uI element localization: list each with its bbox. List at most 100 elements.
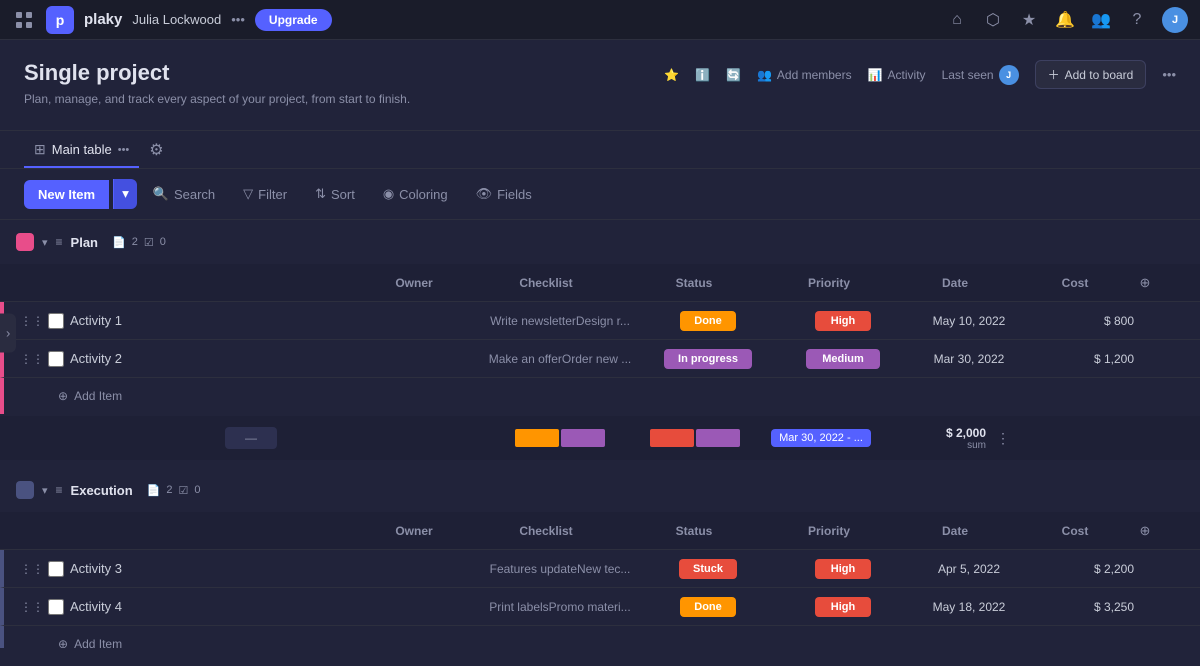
status-seg-inprogress	[561, 429, 605, 447]
cube-icon[interactable]: ⬡	[982, 10, 1004, 30]
col-date-label: Date	[890, 276, 1020, 290]
row-cost: $ 1,200	[1034, 352, 1144, 366]
add-item-icon: ⊕	[58, 637, 68, 648]
group-plan-chevron[interactable]: ▾	[42, 236, 48, 249]
cost-total: $ 2,000	[886, 426, 986, 440]
upgrade-button[interactable]: Upgrade	[255, 9, 332, 31]
add-item-row-execution[interactable]: ⊕ Add Item	[0, 626, 1200, 648]
group-plan-checkbox[interactable]	[16, 233, 34, 251]
project-actions: ⭐ ℹ️ 🔄 👥 Add members 📊 Activity Last see…	[664, 60, 1176, 89]
summary-status-bar	[486, 429, 634, 447]
table-row: ⋮⋮ Activity 4 Print labelsPromo materi..…	[0, 588, 1200, 626]
refresh-button[interactable]: 🔄	[726, 68, 741, 82]
row-status[interactable]: In progress	[634, 349, 782, 369]
apps-grid-icon[interactable]	[12, 8, 36, 32]
col-cost-label: Cost	[1020, 524, 1130, 538]
nav-right: ⌂ ⬡ ★ 🔔 👥 ? J	[946, 7, 1188, 33]
star-icon[interactable]: ★	[1018, 10, 1040, 30]
row-checkbox[interactable]	[48, 351, 64, 367]
summary-date: Mar 30, 2022 - ...	[756, 429, 886, 447]
group-execution-drag-handle[interactable]: ≡	[56, 483, 63, 497]
row-priority[interactable]: Medium	[782, 349, 904, 369]
add-item-row-plan[interactable]: ⊕ Add Item	[0, 378, 1200, 414]
add-to-board-button[interactable]: ＋ Add to board	[1035, 60, 1147, 89]
priority-badge[interactable]: High	[815, 559, 871, 579]
row-activity-name[interactable]: Activity 3	[70, 561, 370, 576]
row-drag-handle[interactable]: ⋮⋮	[20, 562, 44, 576]
row-status[interactable]: Done	[634, 597, 782, 617]
toolbar: New Item ▾ 🔍 Search ▽ Filter ⇅ Sort ◉ Co…	[0, 169, 1200, 220]
sort-button[interactable]: ⇅ Sort	[303, 180, 367, 208]
add-members-button[interactable]: 👥 Add members	[757, 68, 852, 82]
col-add-button[interactable]: ⊕	[1130, 523, 1160, 539]
bell-icon[interactable]: 🔔	[1054, 10, 1076, 30]
plan-summary-row: — Mar 30, 2022 - ... $ 2,000 sum ⋮	[0, 416, 1200, 460]
group-plan-drag-handle[interactable]: ≡	[56, 235, 63, 249]
table-settings-icon[interactable]: ⚙	[149, 140, 163, 160]
home-icon[interactable]: ⌂	[946, 11, 968, 29]
row-status[interactable]: Done	[634, 311, 782, 331]
row-checkbox[interactable]	[48, 561, 64, 577]
status-badge[interactable]: Done	[680, 597, 736, 617]
row-activity-name[interactable]: Activity 1	[70, 313, 370, 328]
filter-button[interactable]: ▽ Filter	[231, 180, 299, 208]
activity-button[interactable]: 📊 Activity	[868, 68, 926, 82]
plan-column-headers: Owner Checklist Status Priority Date Cos…	[0, 264, 1200, 302]
summary-more-button[interactable]: ⋮	[996, 430, 1016, 447]
status-badge[interactable]: In progress	[664, 349, 752, 369]
new-item-dropdown[interactable]: ▾	[113, 179, 137, 209]
priority-badge[interactable]: High	[815, 311, 871, 331]
group-execution-chevron[interactable]: ▾	[42, 484, 48, 497]
row-drag-handle[interactable]: ⋮⋮	[20, 600, 44, 614]
status-badge[interactable]: Done	[680, 311, 736, 331]
help-icon[interactable]: ?	[1126, 11, 1148, 29]
sidebar-toggle[interactable]: ›	[0, 314, 16, 353]
last-seen-button[interactable]: Last seen J	[942, 65, 1019, 85]
coloring-button[interactable]: ◉ Coloring	[371, 180, 460, 208]
row-drag-handle[interactable]: ⋮⋮	[20, 352, 44, 366]
row-checkbox[interactable]	[48, 599, 64, 615]
col-owner-label: Owner	[356, 276, 472, 290]
fields-button[interactable]: 👁 Fields	[464, 180, 544, 208]
group-plan: ▾ ≡ Plan 📄 2 ☑ 0 Owner Checklist Status …	[0, 220, 1200, 460]
col-add-button[interactable]: ⊕	[1130, 275, 1160, 291]
add-members-icon: 👥	[757, 68, 772, 82]
nav-more-icon[interactable]: •••	[231, 12, 245, 27]
status-seg-done	[515, 429, 559, 447]
project-more-button[interactable]: •••	[1162, 67, 1176, 82]
search-icon: 🔍	[153, 186, 169, 202]
search-button[interactable]: 🔍 Search	[141, 180, 227, 208]
tables-area: ▾ ≡ Plan 📄 2 ☑ 0 Owner Checklist Status …	[0, 220, 1200, 648]
app-name: plaky	[84, 11, 122, 28]
plaky-logo[interactable]: p	[46, 6, 74, 34]
cost-label: sum	[886, 440, 986, 451]
row-status[interactable]: Stuck	[634, 559, 782, 579]
priority-badge[interactable]: High	[815, 597, 871, 617]
summary-priority-bar	[634, 429, 756, 447]
new-item-button[interactable]: New Item	[24, 180, 109, 209]
star-project-button[interactable]: ⭐	[664, 68, 679, 82]
main-table-tab[interactable]: ⊞ Main table •••	[24, 131, 139, 168]
row-priority[interactable]: High	[782, 559, 904, 579]
row-date: Mar 30, 2022	[904, 352, 1034, 366]
user-name-label: Julia Lockwood	[132, 12, 221, 27]
row-drag-handle[interactable]: ⋮⋮	[20, 314, 44, 328]
execution-column-headers: Owner Checklist Status Priority Date Cos…	[0, 512, 1200, 550]
info-button[interactable]: ℹ️	[695, 68, 710, 82]
col-checklist-label: Checklist	[472, 524, 620, 538]
user-avatar[interactable]: J	[1162, 7, 1188, 33]
people-icon[interactable]: 👥	[1090, 10, 1112, 30]
row-priority[interactable]: High	[782, 597, 904, 617]
status-badge[interactable]: Stuck	[679, 559, 737, 579]
coloring-icon: ◉	[383, 186, 394, 202]
row-activity-name[interactable]: Activity 2	[70, 351, 370, 366]
top-navigation: p plaky Julia Lockwood ••• Upgrade ⌂ ⬡ ★…	[0, 0, 1200, 40]
group-execution-checkbox[interactable]	[16, 481, 34, 499]
row-checkbox[interactable]	[48, 313, 64, 329]
priority-badge[interactable]: Medium	[806, 349, 880, 369]
row-priority[interactable]: High	[782, 311, 904, 331]
tab-more-icon[interactable]: •••	[118, 144, 130, 156]
fields-icon: 👁	[476, 186, 493, 202]
filter-icon: ▽	[243, 186, 253, 202]
row-activity-name[interactable]: Activity 4	[70, 599, 370, 614]
